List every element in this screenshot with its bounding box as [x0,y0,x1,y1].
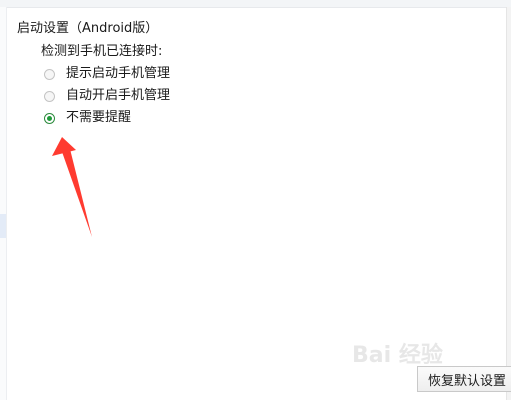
detect-connection-label: 检测到手机已连接时: [41,44,163,59]
option-label: 提示启动手机管理 [66,66,171,81]
option-label: 不需要提醒 [66,110,132,125]
option-prompt-start-manager[interactable]: 提示启动手机管理 [44,64,170,84]
radio-no-reminder[interactable] [44,112,55,124]
arrow-head-icon [52,137,76,156]
window-top-strip [0,0,511,8]
vertical-scrollbar[interactable] [506,7,511,400]
section-title: 启动设置（Android版） [17,21,159,36]
option-label: 自动开启手机管理 [66,88,171,103]
option-auto-open-manager[interactable]: 自动开启手机管理 [44,86,170,106]
radio-auto-open-manager[interactable] [44,90,55,102]
option-no-reminder[interactable]: 不需要提醒 [44,108,131,128]
left-panel-edge [0,7,7,400]
watermark-logo: Bai 经验 [352,343,443,368]
restore-defaults-button[interactable]: 恢复默认设置 [417,366,511,392]
arrow-shaft-icon [61,145,92,237]
left-panel-selected-tab[interactable] [0,214,6,238]
radio-prompt-start-manager[interactable] [44,68,55,80]
